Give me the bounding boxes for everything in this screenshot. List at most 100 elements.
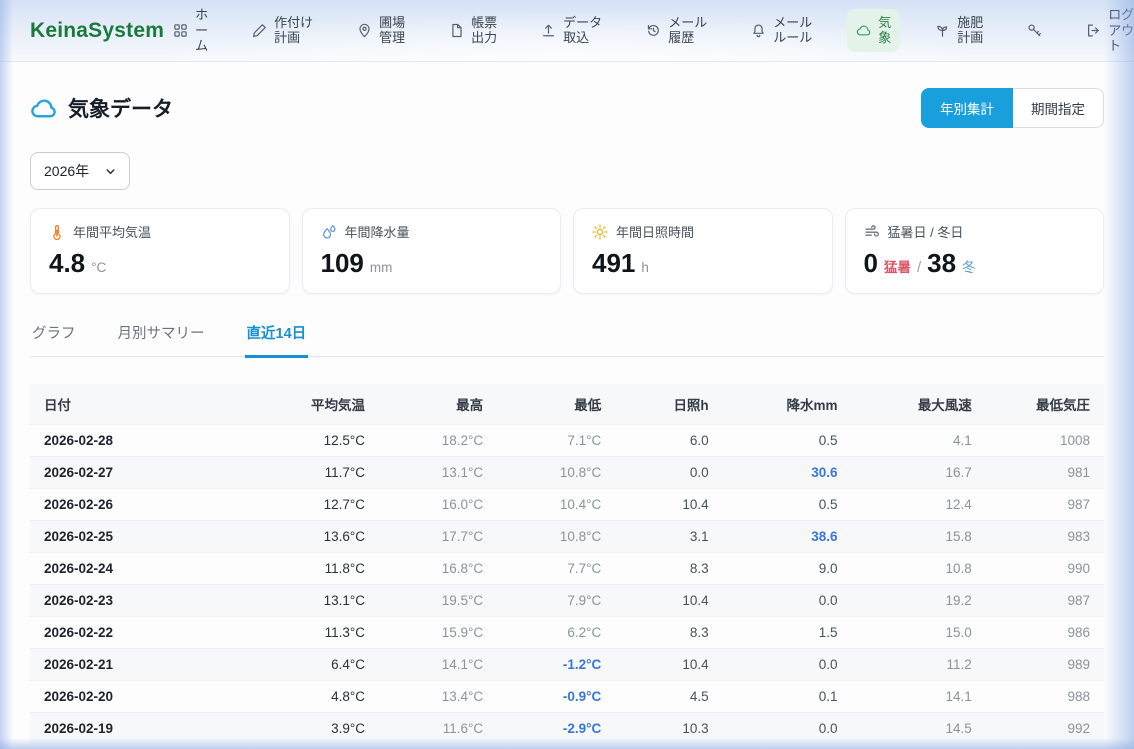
table-row: 2026-02-2411.8°C16.8°C7.7°C8.39.010.8990 [30,553,1104,585]
cell-max: 14.1°C [379,649,497,681]
nav-item-password[interactable] [1018,17,1051,44]
cell-rain: 0.0 [723,713,852,745]
cell-max: 11.6°C [379,713,497,745]
cell-rain: 0.0 [723,585,852,617]
cell-date: 2026-02-28 [30,425,245,457]
stat-card-label: 年間平均気温 [73,222,151,241]
droplets-icon [321,224,337,240]
cell-min: 7.1°C [497,425,615,457]
stat-card-annual-sunshine: 年間日照時間491h [573,208,833,294]
cell-sun: 10.4 [615,489,722,521]
key-icon [1027,23,1042,38]
sun-icon [592,224,608,240]
cell-max: 16.0°C [379,489,497,521]
cell-rain: 0.5 [723,425,852,457]
stat-card-label: 年間日照時間 [616,222,694,241]
tab-1[interactable]: グラフ [30,322,78,358]
winter-days-tag: 冬 [962,256,976,276]
nav-item-planting-plan[interactable]: 作付け計画 [243,9,322,53]
cell-avg: 12.7°C [245,489,379,521]
cell-rain: 1.5 [723,617,852,649]
table-row: 2026-02-2612.7°C16.0°C10.4°C10.40.512.49… [30,489,1104,521]
cell-avg: 13.1°C [245,585,379,617]
table-row: 2026-02-2211.3°C15.9°C6.2°C8.31.515.0986 [30,617,1104,649]
nav-item-field-management[interactable]: 圃場管理 [348,9,414,53]
view-toggle: 年別集計期間指定 [921,88,1104,128]
cell-sun: 4.5 [615,681,722,713]
nav-item-logout[interactable]: ログアウト [1077,1,1134,61]
cell-rain: 0.5 [723,489,852,521]
nav-item-data-import[interactable]: データ取込 [532,9,611,53]
stat-card-header: 猛暑日 / 冬日 [864,222,1086,241]
logout-icon [1086,23,1101,38]
content-tabs: グラフ 月別サマリー 直近14日 [30,322,1104,357]
cell-min: 10.8°C [497,521,615,553]
stat-value: 109 [321,248,364,279]
stat-card-label: 猛暑日 / 冬日 [888,222,964,241]
cell-rain: 30.6 [723,457,852,489]
table-row: 2026-02-2313.1°C19.5°C7.9°C10.40.019.298… [30,585,1104,617]
dashboard-icon [173,23,188,38]
tab-2[interactable]: 月別サマリー [116,322,207,358]
hot-days-tag: 猛暑 [884,256,911,276]
stat-card-annual-avg-temp: 年間平均気温 4.8 °C [30,208,290,294]
nav-item-home[interactable]: ホーム [164,1,217,61]
cell-max: 13.1°C [379,457,497,489]
table-header-row: 日付平均気温最高最低日照h降水mm最大風速最低気圧 [30,384,1104,425]
weather-table: 日付平均気温最高最低日照h降水mm最大風速最低気圧 2026-02-2812.5… [30,384,1104,744]
column-header-8: 最低気圧 [986,384,1104,425]
cell-sun: 10.4 [615,585,722,617]
cell-pressure: 981 [986,457,1104,489]
cell-date: 2026-02-21 [30,649,245,681]
cell-min: 7.7°C [497,553,615,585]
cell-max: 13.4°C [379,681,497,713]
stat-card-header: 年間日照時間 [592,222,814,241]
nav-item-label: 作付け計画 [274,15,313,47]
view-toggle-option-2[interactable]: 期間指定 [1013,88,1104,128]
nav-item-mail-rules[interactable]: メールルール [742,9,821,53]
nav-item-weather[interactable]: 気象 [847,9,900,53]
table-row: 2026-02-2513.6°C17.7°C10.8°C3.138.615.89… [30,521,1104,553]
cell-pressure: 988 [986,681,1104,713]
cell-sun: 0.0 [615,457,722,489]
stat-unit: °C [91,260,106,275]
year-select-value: 2026年 [44,161,89,181]
cell-pressure: 989 [986,649,1104,681]
cell-date: 2026-02-23 [30,585,245,617]
cell-min: -0.9°C [497,681,615,713]
cell-wind: 12.4 [852,489,986,521]
bell-icon [751,23,766,38]
year-select[interactable]: 2026年 [30,152,130,190]
cell-avg: 6.4°C [245,649,379,681]
column-header-3: 最高 [379,384,497,425]
cell-wind: 19.2 [852,585,986,617]
cell-max: 16.8°C [379,553,497,585]
stat-card-header: 年間平均気温 [49,222,271,241]
nav-item-fertilization-plan[interactable]: 施肥計画 [926,9,992,53]
pencil-icon [252,23,267,38]
cell-date: 2026-02-25 [30,521,245,553]
cell-max: 19.5°C [379,585,497,617]
nav-item-label: 帳票出力 [471,15,497,47]
tab-3[interactable]: 直近14日 [245,322,309,358]
column-header-1: 日付 [30,384,245,425]
nav-item-label: メール履歴 [668,15,707,47]
winter-days-value: 38 [927,248,956,279]
view-toggle-option-1[interactable]: 年別集計 [921,88,1013,128]
nav-item-mail-history[interactable]: メール履歴 [637,9,716,53]
nav-item-report-output[interactable]: 帳票出力 [440,9,506,53]
cell-sun: 8.3 [615,553,722,585]
nav-item-label: 施肥計画 [957,15,983,47]
cell-avg: 11.3°C [245,617,379,649]
page-header: 気象データ 年別集計期間指定 [30,88,1104,128]
file-icon [449,23,464,38]
cell-rain: 0.0 [723,649,852,681]
cell-min: 10.8°C [497,457,615,489]
cell-avg: 13.6°C [245,521,379,553]
stat-unit: mm [370,260,393,275]
cell-wind: 4.1 [852,425,986,457]
stat-value: 4.8 [49,248,85,279]
cell-date: 2026-02-24 [30,553,245,585]
value-separator: / [917,259,921,276]
cell-date: 2026-02-26 [30,489,245,521]
